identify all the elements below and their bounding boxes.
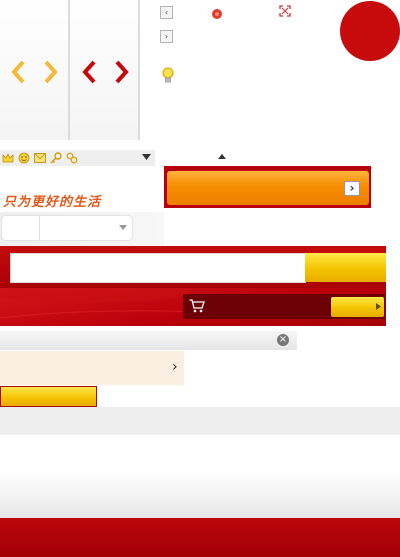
gear-badge-icon (212, 9, 222, 19)
link-icon[interactable] (66, 152, 78, 164)
cart-icon[interactable] (189, 299, 205, 313)
lightbulb-icon (162, 67, 174, 83)
slogan-text: 只为更好的生活 (3, 195, 102, 210)
crown-icon[interactable] (2, 152, 14, 164)
footer-red-band (0, 518, 400, 557)
caret-up-icon (218, 154, 226, 159)
fade-panel (0, 436, 400, 518)
cream-list-item[interactable] (0, 351, 184, 385)
chevron-right-icon: › (172, 359, 178, 375)
chevron-right-icon (376, 303, 381, 310)
expand-icon[interactable] (279, 5, 291, 17)
gold-button[interactable] (0, 386, 97, 407)
chevron-left-icon[interactable] (11, 60, 25, 84)
chevron-left-icon[interactable] (82, 60, 96, 84)
orange-banner (164, 166, 371, 208)
search-button[interactable] (305, 253, 386, 282)
search-input[interactable] (10, 253, 306, 283)
chevron-right-icon[interactable] (115, 60, 129, 84)
chevron-right-icon[interactable] (44, 60, 58, 84)
chevron-down-icon[interactable] (119, 225, 127, 230)
key-icon[interactable] (50, 152, 62, 164)
small-prev-button[interactable]: ‹ (160, 6, 173, 19)
clear-icon[interactable]: × (277, 334, 289, 346)
caret-down-icon[interactable] (142, 154, 151, 160)
smiley-icon[interactable] (18, 152, 30, 164)
select-field[interactable] (1, 215, 133, 241)
arrow-panel-dark (70, 0, 140, 140)
filter-input[interactable] (0, 331, 297, 350)
grey-bar (0, 407, 400, 435)
small-next-button[interactable]: › (160, 30, 173, 43)
mail-icon[interactable] (34, 153, 46, 163)
orange-next-button[interactable]: › (344, 181, 360, 196)
red-circle-badge (340, 1, 400, 61)
